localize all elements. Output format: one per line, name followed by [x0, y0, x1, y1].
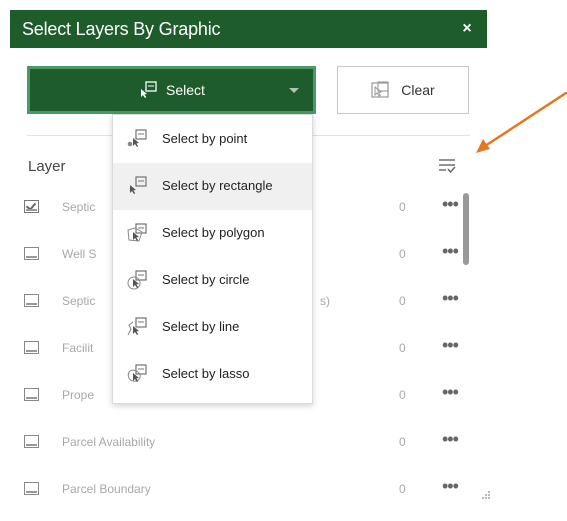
dropdown-item-select-by-rectangle[interactable]: Select by rectangle [113, 163, 312, 210]
circle-select-icon [127, 270, 147, 290]
layer-checkbox[interactable] [24, 341, 39, 354]
layer-name: Well S [62, 247, 97, 261]
layer-count: 0 [399, 200, 406, 214]
more-options-icon[interactable]: ••• [442, 476, 459, 497]
dropdown-item-label: Select by point [162, 131, 248, 146]
panel-header: Select Layers By Graphic × [10, 10, 487, 48]
layer-checkbox[interactable] [24, 482, 39, 495]
layer-checkbox[interactable] [24, 388, 39, 401]
more-options-icon[interactable]: ••• [442, 194, 459, 215]
layer-count: 0 [399, 247, 406, 261]
layer-column-label: Layer [28, 158, 66, 175]
layer-checkbox[interactable] [24, 247, 39, 260]
layer-name: Facilit [62, 341, 94, 355]
more-options-icon[interactable]: ••• [442, 382, 459, 403]
clear-selection-icon [371, 81, 389, 98]
sort-filter-icon[interactable] [437, 158, 457, 174]
more-options-icon[interactable]: ••• [442, 288, 459, 309]
layer-name-tail: s) [320, 294, 330, 308]
select-method-dropdown: Select by point Select by rectangle Sele… [112, 114, 313, 404]
panel-title: Select Layers By Graphic [22, 18, 221, 39]
rectangle-select-icon [141, 81, 157, 98]
dropdown-item-label: Select by rectangle [162, 178, 273, 193]
layer-checkbox[interactable] [24, 294, 39, 307]
layer-name: Septic [62, 200, 96, 214]
clear-button-label: Clear [401, 82, 435, 98]
close-icon[interactable]: × [459, 20, 475, 38]
chevron-down-icon[interactable] [289, 88, 299, 93]
layer-count: 0 [399, 294, 406, 308]
dropdown-item-label: Select by circle [162, 272, 250, 287]
more-options-icon[interactable]: ••• [442, 429, 459, 450]
layer-name: Parcel Boundary [62, 482, 151, 496]
dropdown-item-select-by-polygon[interactable]: Select by polygon [113, 210, 312, 257]
more-options-icon[interactable]: ••• [442, 335, 459, 356]
dropdown-item-select-by-lasso[interactable]: Select by lasso [113, 351, 312, 398]
layer-name: Septic [62, 294, 96, 308]
layer-row[interactable]: Parcel Availability 0 ••• [24, 428, 464, 474]
annotation-arrow [476, 92, 567, 153]
dropdown-item-label: Select by line [162, 319, 240, 334]
point-select-icon [127, 129, 147, 147]
rectangle-select-icon [130, 176, 147, 194]
dropdown-item-select-by-line[interactable]: Select by line [113, 304, 312, 351]
polygon-select-icon [127, 223, 147, 242]
dropdown-item-label: Select by lasso [162, 366, 250, 381]
layer-count: 0 [399, 435, 406, 449]
layer-checkbox[interactable] [24, 200, 39, 213]
select-button[interactable]: Select [27, 66, 316, 114]
layer-row[interactable]: Parcel Boundary 0 ••• [24, 475, 464, 521]
dropdown-item-label: Select by polygon [162, 225, 265, 240]
resize-grip-icon[interactable] [481, 490, 491, 500]
select-button-label: Select [166, 82, 205, 98]
dropdown-item-select-by-point[interactable]: Select by point [113, 116, 312, 163]
layer-count: 0 [399, 482, 406, 496]
layer-count: 0 [399, 341, 406, 355]
clear-button[interactable]: Clear [337, 66, 469, 114]
scrollbar-thumb[interactable] [463, 193, 469, 265]
dropdown-item-select-by-circle[interactable]: Select by circle [113, 257, 312, 304]
layer-count: 0 [399, 388, 406, 402]
more-options-icon[interactable]: ••• [442, 241, 459, 262]
layer-name: Prope [62, 388, 95, 402]
lasso-select-icon [127, 364, 147, 382]
line-select-icon [127, 317, 147, 336]
layer-checkbox[interactable] [24, 435, 39, 448]
layer-name: Parcel Availability [62, 435, 156, 449]
